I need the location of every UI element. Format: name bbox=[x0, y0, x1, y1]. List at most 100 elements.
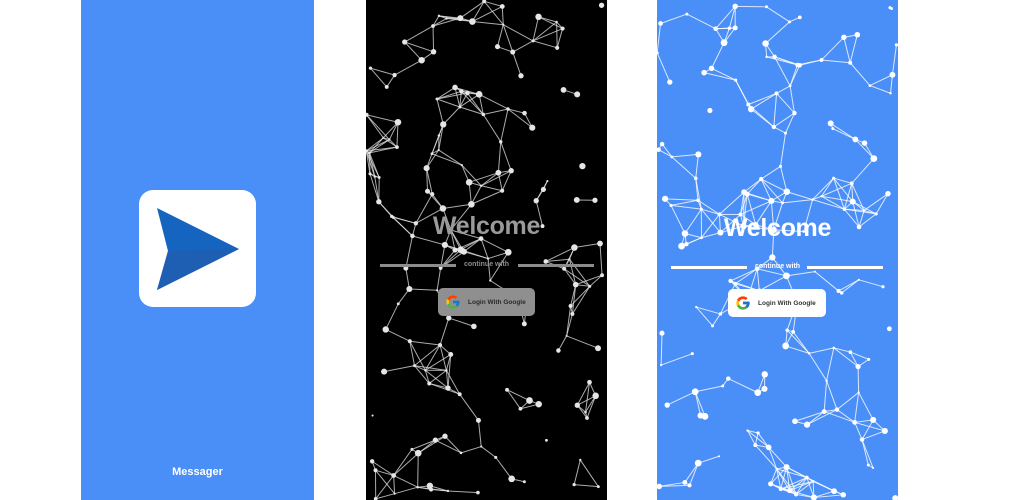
login-with-google-button[interactable]: Login With Google bbox=[728, 289, 826, 317]
network-link bbox=[409, 288, 438, 291]
continue-with-divider: continue with bbox=[366, 260, 607, 270]
network-node bbox=[499, 4, 505, 9]
network-link bbox=[773, 93, 778, 127]
network-node bbox=[377, 176, 381, 179]
network-node bbox=[406, 285, 413, 292]
network-node bbox=[560, 87, 567, 93]
network-link bbox=[435, 439, 462, 454]
network-node bbox=[435, 97, 439, 101]
network-node bbox=[388, 138, 391, 141]
network-node bbox=[659, 330, 665, 336]
network-link bbox=[861, 419, 874, 440]
network-link bbox=[385, 303, 399, 330]
network-link bbox=[424, 344, 441, 371]
network-node bbox=[659, 363, 663, 367]
network-link bbox=[427, 190, 444, 209]
network-link bbox=[405, 268, 410, 290]
splash-screen: Messager bbox=[81, 0, 314, 500]
network-node bbox=[687, 483, 692, 488]
network-node bbox=[842, 207, 847, 211]
network-node bbox=[761, 385, 768, 392]
network-node bbox=[457, 15, 464, 22]
network-node bbox=[579, 162, 586, 170]
network-node bbox=[373, 468, 378, 473]
network-link bbox=[459, 0, 485, 19]
network-node bbox=[393, 492, 396, 495]
network-link bbox=[746, 178, 762, 195]
network-node bbox=[792, 110, 797, 116]
network-link bbox=[444, 435, 462, 454]
network-node bbox=[459, 451, 463, 455]
network-link bbox=[836, 409, 855, 423]
network-link bbox=[661, 143, 673, 158]
network-link bbox=[756, 268, 760, 291]
network-link bbox=[483, 0, 504, 26]
network-node bbox=[535, 400, 542, 408]
network-link bbox=[375, 475, 395, 500]
network-link bbox=[838, 279, 860, 292]
network-node bbox=[827, 120, 834, 127]
network-node bbox=[502, 23, 505, 26]
network-link bbox=[863, 193, 889, 211]
network-node bbox=[832, 176, 836, 180]
network-node bbox=[821, 409, 827, 415]
network-node bbox=[690, 352, 694, 356]
login-screen-dark: Welcome continue with Login With Google bbox=[366, 0, 607, 500]
login-with-google-button[interactable]: Login With Google bbox=[438, 288, 535, 316]
network-node bbox=[592, 197, 598, 203]
network-link bbox=[851, 158, 875, 184]
network-node bbox=[489, 279, 492, 282]
continue-with-divider: continue with bbox=[657, 262, 898, 272]
network-link bbox=[869, 74, 893, 87]
network-node bbox=[480, 184, 483, 187]
network-node bbox=[811, 198, 814, 201]
network-node bbox=[754, 389, 762, 396]
network-node bbox=[510, 49, 516, 55]
network-node bbox=[545, 438, 548, 442]
network-node bbox=[849, 198, 856, 205]
network-link bbox=[809, 347, 834, 354]
network-node bbox=[848, 350, 853, 354]
network-link bbox=[393, 475, 396, 494]
network-node bbox=[469, 18, 476, 25]
network-node bbox=[588, 284, 592, 288]
network-link bbox=[481, 185, 503, 192]
network-node bbox=[694, 459, 702, 467]
network-node bbox=[747, 106, 755, 113]
network-node bbox=[384, 84, 389, 89]
network-link bbox=[589, 274, 603, 287]
network-node bbox=[546, 179, 549, 183]
network-node bbox=[382, 326, 389, 333]
network-link bbox=[660, 333, 663, 366]
network-node bbox=[699, 207, 703, 211]
network-node bbox=[526, 397, 533, 404]
network-node bbox=[803, 421, 811, 428]
network-link bbox=[765, 21, 790, 44]
network-node bbox=[840, 492, 847, 498]
network-node bbox=[734, 78, 738, 82]
network-link bbox=[447, 490, 478, 494]
network-node bbox=[597, 240, 603, 247]
welcome-title: Welcome bbox=[723, 214, 832, 242]
network-node bbox=[522, 110, 527, 116]
network-node bbox=[560, 26, 565, 31]
network-node bbox=[701, 412, 709, 420]
network-node bbox=[804, 475, 809, 480]
network-node bbox=[584, 410, 587, 414]
network-node bbox=[696, 198, 700, 203]
divider-line-right bbox=[807, 266, 883, 269]
network-node bbox=[574, 91, 581, 98]
network-node bbox=[788, 20, 792, 24]
network-node bbox=[721, 384, 725, 388]
network-node bbox=[881, 427, 888, 435]
network-node bbox=[452, 247, 458, 253]
network-link bbox=[849, 34, 858, 63]
network-node bbox=[418, 56, 425, 64]
network-node bbox=[797, 62, 803, 68]
network-node bbox=[746, 102, 751, 107]
network-node bbox=[504, 248, 512, 256]
network-link bbox=[393, 449, 413, 476]
network-node bbox=[381, 368, 388, 375]
network-node bbox=[848, 60, 853, 65]
network-node bbox=[857, 278, 860, 281]
